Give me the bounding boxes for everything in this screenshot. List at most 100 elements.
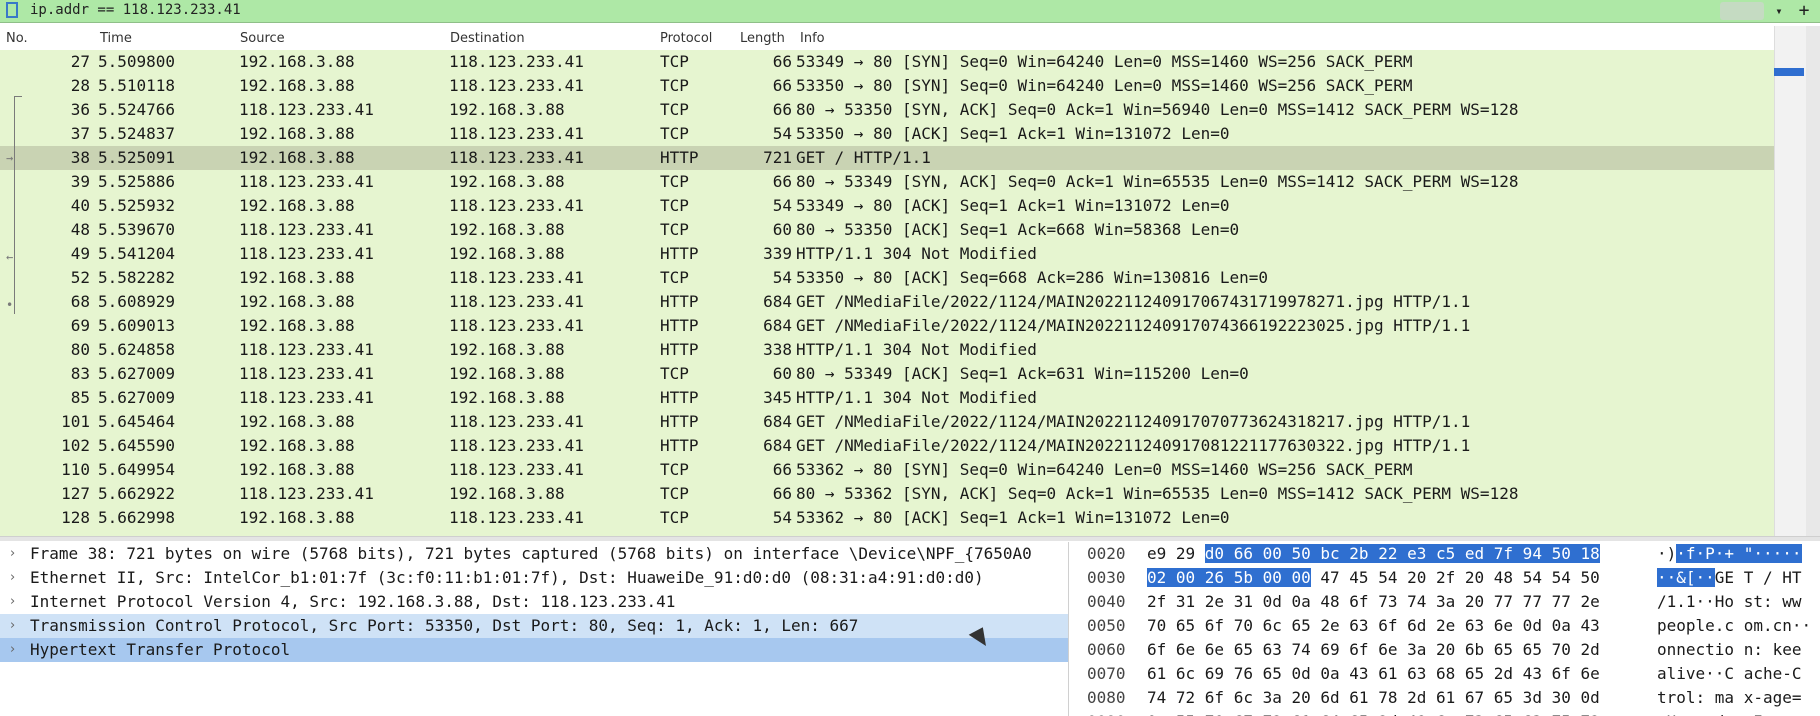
hex-row[interactable]: 0090 0a 55 70 67 72 61 64 65 2d 49 6e 73 … bbox=[1075, 711, 1820, 716]
chevron-right-icon[interactable]: › bbox=[10, 590, 15, 614]
tree-item-label: Frame 38: 721 bytes on wire (5768 bits),… bbox=[30, 544, 1032, 563]
packet-no: 83 bbox=[70, 364, 90, 383]
packet-length: 66 bbox=[772, 76, 792, 95]
intelligent-scrollbar-map[interactable] bbox=[1806, 26, 1820, 536]
packet-row[interactable]: 36 5.524766 118.123.233.41 192.168.3.88 TCP 6… bbox=[0, 98, 1774, 122]
packet-source: 192.168.3.88 bbox=[239, 124, 355, 143]
filter-toolbar-buttons[interactable] bbox=[1720, 2, 1764, 20]
chevron-right-icon[interactable]: › bbox=[10, 614, 15, 638]
packet-destination: 118.123.233.41 bbox=[449, 196, 584, 215]
hex-bytes-text: 61 6c 69 76 65 0d 0a 43 61 63 68 65 2d 4… bbox=[1147, 664, 1600, 683]
packet-row[interactable]: 39 5.525886 118.123.233.41 192.168.3.88 TCP 6… bbox=[0, 170, 1774, 194]
packet-length: 66 bbox=[772, 52, 792, 71]
hex-row[interactable]: 0080 74 72 6f 6c 3a 20 6d 61 78 2d 61 67 … bbox=[1075, 687, 1820, 709]
hex-offset: 0060 bbox=[1087, 640, 1126, 659]
packet-protocol: TCP bbox=[660, 52, 689, 71]
column-header-destination[interactable]: Destination bbox=[450, 31, 525, 46]
packet-row[interactable]: 127 5.662922 118.123.233.41 192.168.3.88 TCP… bbox=[0, 482, 1774, 506]
hex-row[interactable]: 0070 61 6c 69 76 65 0d 0a 43 61 63 68 65 … bbox=[1075, 663, 1820, 685]
packet-info: GET / HTTP/1.1 bbox=[796, 148, 931, 167]
column-header-time[interactable]: Time bbox=[100, 31, 132, 46]
packet-time: 5.645590 bbox=[98, 436, 176, 455]
hex-offset: 0050 bbox=[1087, 616, 1126, 635]
hex-row[interactable]: 0020 e9 29 d0 66 00 50 bc 2b 22 e3 c5 ed … bbox=[1075, 543, 1820, 565]
packet-length: 66 bbox=[772, 172, 792, 191]
add-filter-button[interactable]: + bbox=[1790, 0, 1818, 22]
packet-info: 80 → 53350 [ACK] Seq=1 Ack=668 Win=58368… bbox=[796, 220, 1240, 239]
hex-offset: 0020 bbox=[1087, 544, 1126, 563]
packet-no: 128 bbox=[61, 508, 90, 527]
hex-ascii-text: people.c om.cn·· bbox=[1657, 616, 1812, 635]
packet-row[interactable]: 80 5.624858 118.123.233.41 192.168.3.88 HTTP… bbox=[0, 338, 1774, 362]
packet-row[interactable]: 38 5.525091 192.168.3.88 118.123.233.41 HTTP… bbox=[0, 146, 1774, 170]
packet-protocol: TCP bbox=[660, 484, 689, 503]
packet-info: 53349 → 80 [SYN] Seq=0 Win=64240 Len=0 M… bbox=[796, 52, 1413, 71]
packet-row[interactable]: 37 5.524837 192.168.3.88 118.123.233.41 TCP 5… bbox=[0, 122, 1774, 146]
column-header-no[interactable]: No. bbox=[6, 31, 28, 46]
bookmark-icon[interactable] bbox=[6, 2, 18, 18]
packet-source: 192.168.3.88 bbox=[239, 292, 355, 311]
scrollbar-position-marker[interactable] bbox=[1774, 68, 1804, 76]
packet-destination: 192.168.3.88 bbox=[449, 220, 565, 239]
packet-protocol: TCP bbox=[660, 196, 689, 215]
hex-row[interactable]: 0060 6f 6e 6e 65 63 74 69 6f 6e 3a 20 6b … bbox=[1075, 639, 1820, 661]
packet-row[interactable]: 101 5.645464 192.168.3.88 118.123.233.41 HTT… bbox=[0, 410, 1774, 434]
packet-row[interactable]: 83 5.627009 118.123.233.41 192.168.3.88 TCP 6… bbox=[0, 362, 1774, 386]
hex-ascii-text: alive··C ache-C bbox=[1657, 664, 1802, 683]
packet-row[interactable]: 102 5.645590 192.168.3.88 118.123.233.41 HTT… bbox=[0, 434, 1774, 458]
packet-time: 5.582282 bbox=[98, 268, 176, 287]
display-filter-input[interactable]: ip.addr == 118.123.233.41 bbox=[30, 2, 241, 18]
hex-bytes-text: 0a 55 70 67 72 61 64 65 2d 49 6e 73 65 6… bbox=[1147, 712, 1600, 716]
tree-item[interactable]: › Hypertext Transfer Protocol bbox=[0, 638, 1068, 662]
chevron-right-icon[interactable]: › bbox=[10, 566, 15, 590]
packet-info: GET /NMediaFile/2022/1124/MAIN2022112409… bbox=[796, 316, 1471, 335]
packet-row[interactable]: 128 5.662998 192.168.3.88 118.123.233.41 TCP… bbox=[0, 506, 1774, 530]
column-header-source[interactable]: Source bbox=[240, 31, 285, 46]
chevron-right-icon[interactable]: › bbox=[10, 542, 15, 566]
packet-length: 54 bbox=[772, 268, 792, 287]
column-header-length[interactable]: Length bbox=[740, 31, 785, 46]
packet-row[interactable]: 48 5.539670 118.123.233.41 192.168.3.88 TCP 6… bbox=[0, 218, 1774, 242]
packet-source: 192.168.3.88 bbox=[239, 52, 355, 71]
packet-row[interactable]: 85 5.627009 118.123.233.41 192.168.3.88 HTTP… bbox=[0, 386, 1774, 410]
packet-length: 684 bbox=[763, 412, 792, 431]
hex-offset: 0040 bbox=[1087, 592, 1126, 611]
packet-time: 5.525091 bbox=[98, 148, 176, 167]
hex-row[interactable]: 0050 70 65 6f 70 6c 65 2e 63 6f 6d 2e 63 … bbox=[1075, 615, 1820, 637]
chevron-right-icon[interactable]: › bbox=[10, 638, 15, 662]
column-header-info[interactable]: Info bbox=[800, 31, 825, 46]
packet-row[interactable]: 28 5.510118 192.168.3.88 118.123.233.41 TCP 6… bbox=[0, 74, 1774, 98]
hex-row[interactable]: 0040 2f 31 2e 31 0d 0a 48 6f 73 74 3a 20 … bbox=[1075, 591, 1820, 613]
hex-row[interactable]: 0030 02 00 26 5b 00 00 47 45 54 20 2f 20 … bbox=[1075, 567, 1820, 589]
pane-splitter[interactable] bbox=[0, 536, 1820, 541]
packet-source: 118.123.233.41 bbox=[239, 484, 374, 503]
packet-row[interactable]: 40 5.525932 192.168.3.88 118.123.233.41 TCP 5… bbox=[0, 194, 1774, 218]
packet-info: 53350 → 80 [SYN] Seq=0 Win=64240 Len=0 M… bbox=[796, 76, 1413, 95]
tree-item[interactable]: › Internet Protocol Version 4, Src: 192.1… bbox=[0, 590, 1068, 614]
column-header-protocol[interactable]: Protocol bbox=[660, 31, 712, 46]
tree-item-label: Hypertext Transfer Protocol bbox=[30, 640, 291, 659]
packet-protocol: TCP bbox=[660, 508, 689, 527]
packet-row[interactable]: 68 5.608929 192.168.3.88 118.123.233.41 HTTP… bbox=[0, 290, 1774, 314]
tree-item[interactable]: › Transmission Control Protocol, Src Port… bbox=[0, 614, 1068, 638]
request-arrow-icon: → bbox=[6, 151, 14, 165]
packet-row[interactable]: 27 5.509800 192.168.3.88 118.123.233.41 TCP 6… bbox=[0, 50, 1774, 74]
packet-time: 5.662922 bbox=[98, 484, 176, 503]
hex-ascii: ·)·f·P·+ "····· bbox=[1657, 543, 1802, 565]
packet-row[interactable]: 49 5.541204 118.123.233.41 192.168.3.88 HTTP… bbox=[0, 242, 1774, 266]
tree-item[interactable]: › Ethernet II, Src: IntelCor_b1:01:7f (3c… bbox=[0, 566, 1068, 590]
packet-time: 5.662998 bbox=[98, 508, 176, 527]
packet-row[interactable]: 52 5.582282 192.168.3.88 118.123.233.41 TCP 5… bbox=[0, 266, 1774, 290]
packet-length: 721 bbox=[763, 148, 792, 167]
packet-info: 53350 → 80 [ACK] Seq=1 Ack=1 Win=131072 … bbox=[796, 124, 1230, 143]
packet-source: 118.123.233.41 bbox=[239, 388, 374, 407]
chevron-down-icon[interactable]: ▾ bbox=[1768, 0, 1790, 22]
hex-ascii: ·Upgrade -Insec bbox=[1657, 711, 1802, 716]
packet-row[interactable]: 110 5.649954 192.168.3.88 118.123.233.41 TCP… bbox=[0, 458, 1774, 482]
tree-item[interactable]: › Frame 38: 721 bytes on wire (5768 bits)… bbox=[0, 542, 1068, 566]
packet-destination: 118.123.233.41 bbox=[449, 52, 584, 71]
packet-time: 5.525886 bbox=[98, 172, 176, 191]
packet-protocol: TCP bbox=[660, 460, 689, 479]
related-packets-cap bbox=[14, 96, 22, 97]
packet-row[interactable]: 69 5.609013 192.168.3.88 118.123.233.41 HTTP… bbox=[0, 314, 1774, 338]
